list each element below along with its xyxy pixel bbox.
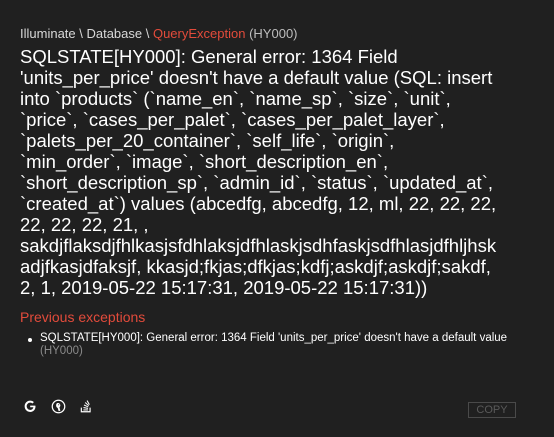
previous-exception-message: SQLSTATE[HY000]: General error: 1364 Fie… — [40, 332, 508, 344]
previous-exception-item: SQLSTATE[HY000]: General error: 1364 Fie… — [20, 332, 534, 358]
stackoverflow-search-icon[interactable] — [78, 398, 94, 414]
exception-namespace: Illuminate \ Database \ — [20, 26, 153, 41]
exception-message: SQLSTATE[HY000]: General error: 1364 Fie… — [20, 46, 497, 298]
previous-exceptions-list: SQLSTATE[HY000]: General error: 1364 Fie… — [20, 332, 534, 358]
copy-button[interactable]: COPY — [468, 402, 516, 418]
exception-panel: Illuminate \ Database \ QueryException (… — [0, 0, 554, 437]
previous-exceptions-title: Previous exceptions — [20, 309, 146, 325]
exception-class: Illuminate \ Database \ QueryException (… — [20, 26, 534, 42]
search-actions — [22, 398, 94, 414]
google-search-icon[interactable] — [22, 398, 38, 414]
duckduckgo-search-icon[interactable] — [50, 398, 66, 414]
exception-code: (HY000) — [249, 26, 298, 41]
previous-exception-code: (HY000) — [40, 345, 83, 357]
exception-class-name: QueryException — [152, 26, 246, 41]
